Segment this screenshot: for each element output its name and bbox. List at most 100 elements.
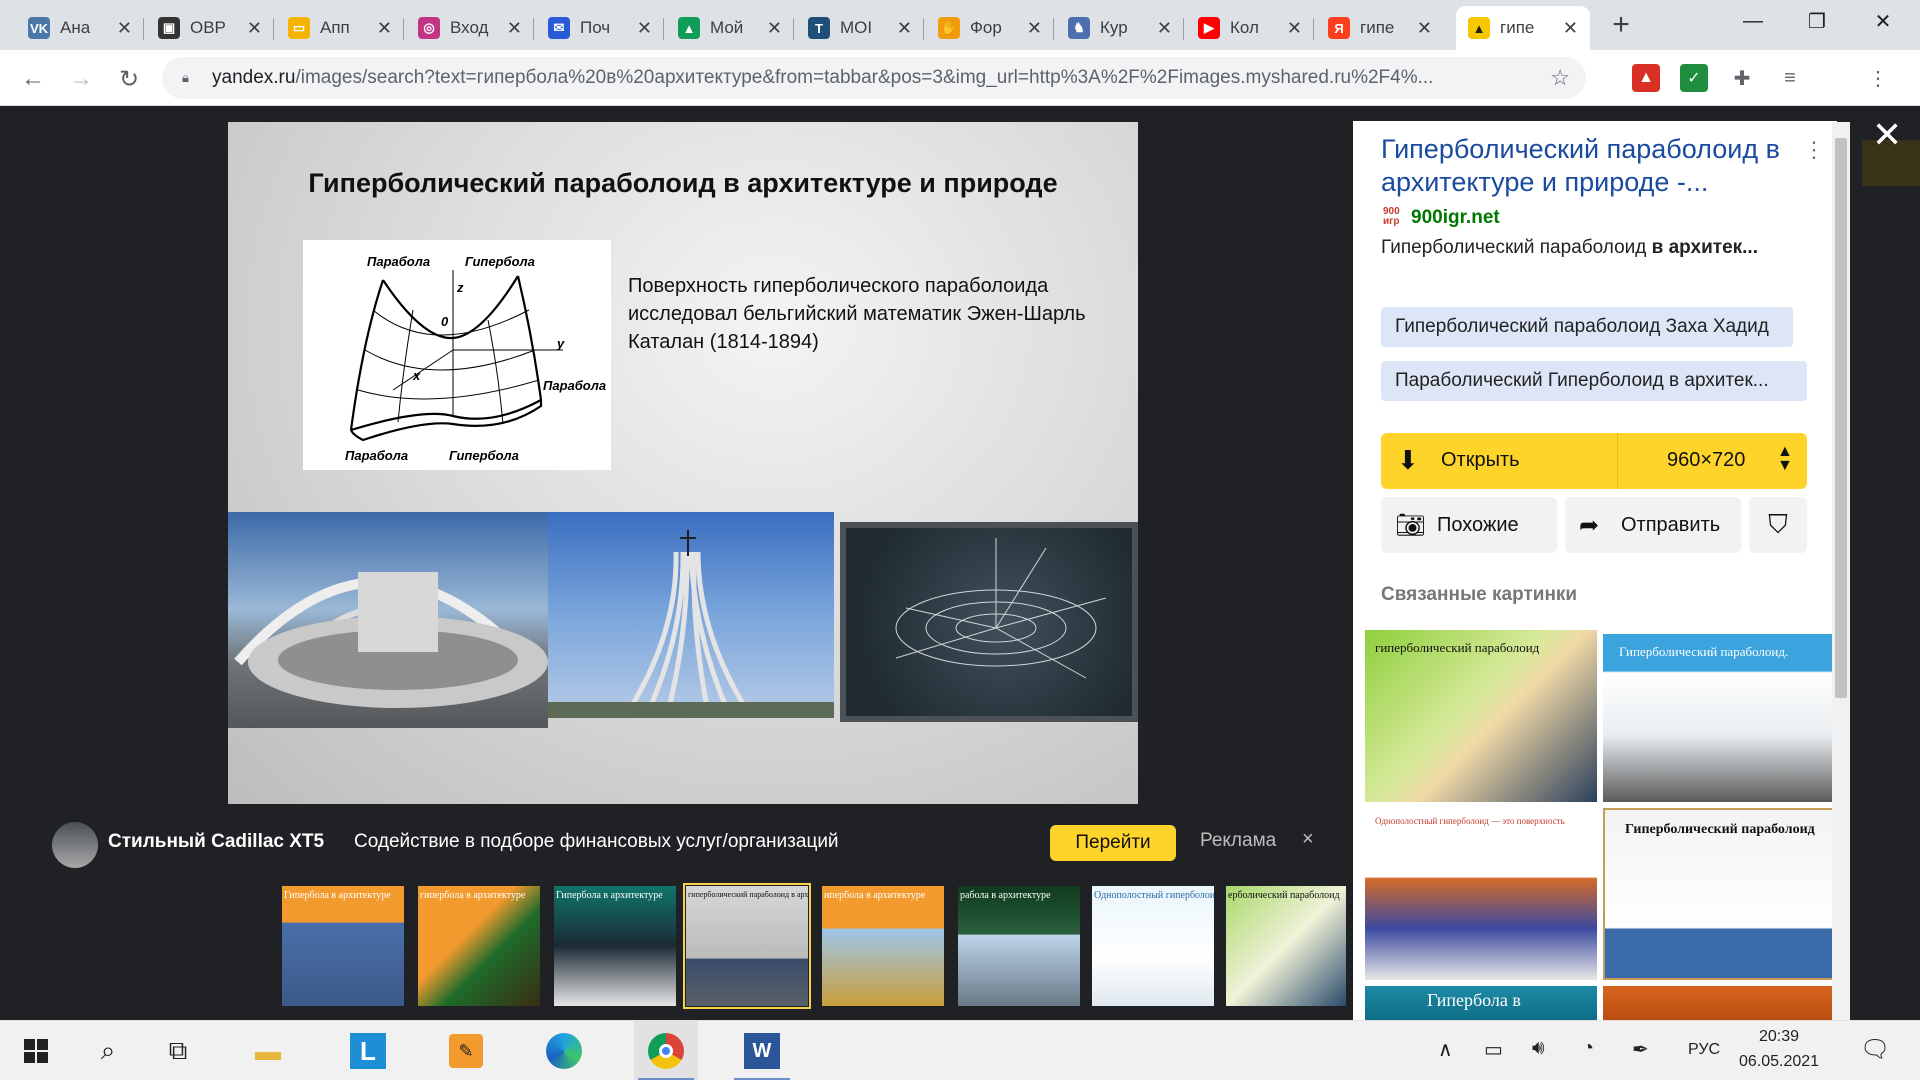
close-tab-icon[interactable]: ✕ <box>637 18 652 39</box>
source-site-link[interactable]: 900igr.net <box>1411 207 1500 229</box>
ad-close-icon[interactable]: × <box>1302 828 1314 851</box>
related-image[interactable]: гиперболический параболоид <box>1365 630 1597 802</box>
thumbnail-selected[interactable]: гиперболический параболоид в архитектуре… <box>683 883 811 1009</box>
owl-icon: ♞ <box>1068 17 1090 39</box>
related-image[interactable] <box>1603 986 1837 1020</box>
related-image[interactable]: Гиперболический параболоид. <box>1603 634 1837 802</box>
sort-arrows-icon[interactable]: ▲ ▼ <box>1777 444 1793 474</box>
thumbnail-caption: гиперболический параболоид в архитектуре… <box>688 890 808 899</box>
diagram-label: Гипербола <box>465 254 535 269</box>
restore-icon[interactable]: ❐ <box>1786 0 1848 42</box>
close-tab-icon[interactable]: ✕ <box>377 18 392 39</box>
close-tab-icon[interactable]: ✕ <box>1027 18 1042 39</box>
drive-icon: ▲ <box>678 17 700 39</box>
panel-scrollbar[interactable] <box>1832 122 1850 1020</box>
close-tab-icon[interactable]: ✕ <box>507 18 522 39</box>
related-query-chip[interactable]: Параболический Гиперболоид в архитек... <box>1381 361 1807 401</box>
ad-text[interactable]: Содействие в подборе финансовых услуг/ор… <box>354 831 839 853</box>
tab-courses[interactable]: ♞ Кур ✕ <box>1056 6 1184 50</box>
clock-date[interactable]: 06.05.2021 <box>1734 1053 1824 1071</box>
pdf-extension-icon[interactable]: ▲ <box>1632 64 1660 92</box>
ad-avatar[interactable] <box>52 822 98 868</box>
tab-ovr[interactable]: ▣ ОВР ✕ <box>146 6 274 50</box>
close-tab-icon[interactable]: ✕ <box>767 18 782 39</box>
thumbnail[interactable]: Однополостный гиперболоид <box>1092 886 1214 1006</box>
menu-dots-icon[interactable]: ⋮ <box>1864 64 1892 92</box>
chevron-up-icon[interactable]: ∧ <box>1438 1037 1453 1062</box>
close-viewer-icon[interactable]: ✕ <box>1872 114 1902 156</box>
close-tab-icon[interactable]: ✕ <box>1563 18 1578 39</box>
bookmark-button[interactable]: ⛉ <box>1749 497 1807 553</box>
close-tab-icon[interactable]: ✕ <box>897 18 912 39</box>
minimize-icon[interactable]: — <box>1722 0 1784 42</box>
extensions-puzzle-icon[interactable]: ✚ <box>1728 64 1756 92</box>
related-image[interactable]: Гиперболический параболоид <box>1603 808 1837 980</box>
share-label: Отправить <box>1621 513 1721 536</box>
tab-youtube[interactable]: ▶ Кол ✕ <box>1186 6 1314 50</box>
forward-arrow-icon[interactable]: → <box>64 62 98 96</box>
pen-icon[interactable]: ✒ <box>1632 1037 1649 1062</box>
tab-forms[interactable]: ✋ Фор ✕ <box>926 6 1054 50</box>
close-tab-icon[interactable]: ✕ <box>1287 18 1302 39</box>
close-tab-icon[interactable]: ✕ <box>1417 18 1432 39</box>
image-size-select[interactable]: 960×720 <box>1667 449 1745 472</box>
close-tab-icon[interactable]: ✕ <box>117 18 132 39</box>
volume-icon[interactable]: 🔊︎ <box>1532 1037 1545 1060</box>
bookmark-star-icon[interactable]: ☆ <box>1550 65 1570 91</box>
battery-icon[interactable]: ▭ <box>1484 1037 1503 1062</box>
clock-time[interactable]: 20:39 <box>1734 1028 1824 1046</box>
app-l-icon[interactable]: L <box>340 1021 396 1080</box>
back-arrow-icon[interactable]: ← <box>16 62 50 96</box>
ad-go-button[interactable]: Перейти <box>1050 825 1176 861</box>
slide-image[interactable]: Гиперболический параболоид в архитектуре… <box>228 122 1138 804</box>
similar-images-button[interactable]: 📷︎ Похожие <box>1381 497 1557 553</box>
thumbnail[interactable]: ипербола в архитектуре <box>822 886 944 1006</box>
close-window-icon[interactable]: ✕ <box>1852 0 1914 42</box>
search-icon[interactable]: ⌕ <box>80 1021 136 1080</box>
image-source-title-link[interactable]: Гиперболический параболоид в архитектуре… <box>1381 133 1791 199</box>
thumbnail[interactable]: Гипербола в архитектуре <box>282 886 404 1006</box>
thumbnail[interactable]: ерболический параболоид <box>1226 886 1346 1006</box>
file-explorer-icon[interactable]: ▬ <box>240 1021 296 1080</box>
ad-title[interactable]: Стильный Cadillac XT5 <box>108 831 324 853</box>
related-image-caption: Гипербола в <box>1427 990 1521 1010</box>
check-extension-icon[interactable]: ✓ <box>1680 64 1708 92</box>
chrome-icon[interactable] <box>634 1021 698 1080</box>
word-icon[interactable]: W <box>730 1021 794 1080</box>
thumbnail[interactable]: Гипербола в архитектуре <box>554 886 676 1006</box>
thumbnail[interactable]: рабола в архитектуре <box>958 886 1080 1006</box>
scrollbar-thumb[interactable] <box>1835 138 1847 698</box>
tab-vk[interactable]: VK Ана ✕ <box>16 6 144 50</box>
related-image[interactable]: Гипербола в <box>1365 986 1597 1020</box>
open-image-button[interactable]: ⬇ Открыть 960×720 ▲ ▼ <box>1381 433 1807 489</box>
tab-yandex-search[interactable]: Я гипе ✕ <box>1316 6 1444 50</box>
app-orange-icon[interactable]: ✎ <box>438 1021 494 1080</box>
url-text[interactable]: yandex.ru/images/search?text=гипербола%2… <box>212 67 1552 89</box>
more-options-icon[interactable]: ⋮ <box>1803 137 1825 163</box>
close-tab-icon[interactable]: ✕ <box>1157 18 1172 39</box>
share-button[interactable]: ➦ Отправить <box>1565 497 1741 553</box>
language-indicator[interactable]: РУС <box>1688 1041 1720 1059</box>
reload-icon[interactable]: ↻ <box>112 62 146 96</box>
network-icon[interactable]: ◔ <box>1582 1037 1594 1060</box>
tab-mail[interactable]: ✉ Поч ✕ <box>536 6 664 50</box>
task-view-icon[interactable]: ⧉ <box>150 1021 206 1080</box>
media-queue-icon[interactable]: ≡ <box>1776 64 1804 92</box>
diagram-label: x <box>412 368 421 383</box>
tab-moodle[interactable]: Т МОІ ✕ <box>796 6 924 50</box>
thumbnail[interactable]: гипербола в архитектуре <box>418 886 540 1006</box>
windows-start-icon[interactable] <box>8 1021 64 1080</box>
tab-drive[interactable]: ▲ Мой ✕ <box>666 6 794 50</box>
new-tab-button[interactable]: + <box>1604 8 1638 42</box>
open-label: Открыть <box>1441 449 1520 471</box>
tab-yandex-images[interactable]: ▲ гипе ✕ <box>1456 6 1590 50</box>
share-arrow-icon: ➦ <box>1579 511 1600 539</box>
tab-slides[interactable]: ▭ Апп ✕ <box>276 6 404 50</box>
related-query-chip[interactable]: Гиперболический параболоид Заха Хадид <box>1381 307 1793 347</box>
notifications-icon[interactable]: 🗨︎ <box>1860 1035 1890 1064</box>
edge-icon[interactable] <box>536 1021 592 1080</box>
tab-instagram[interactable]: ◎ Вход ✕ <box>406 6 534 50</box>
related-image[interactable]: Однополостный гиперболоид — это поверхно… <box>1365 808 1597 980</box>
close-tab-icon[interactable]: ✕ <box>247 18 262 39</box>
address-bar[interactable]: 🔒︎ yandex.ru/images/search?text=гипербол… <box>162 57 1586 99</box>
